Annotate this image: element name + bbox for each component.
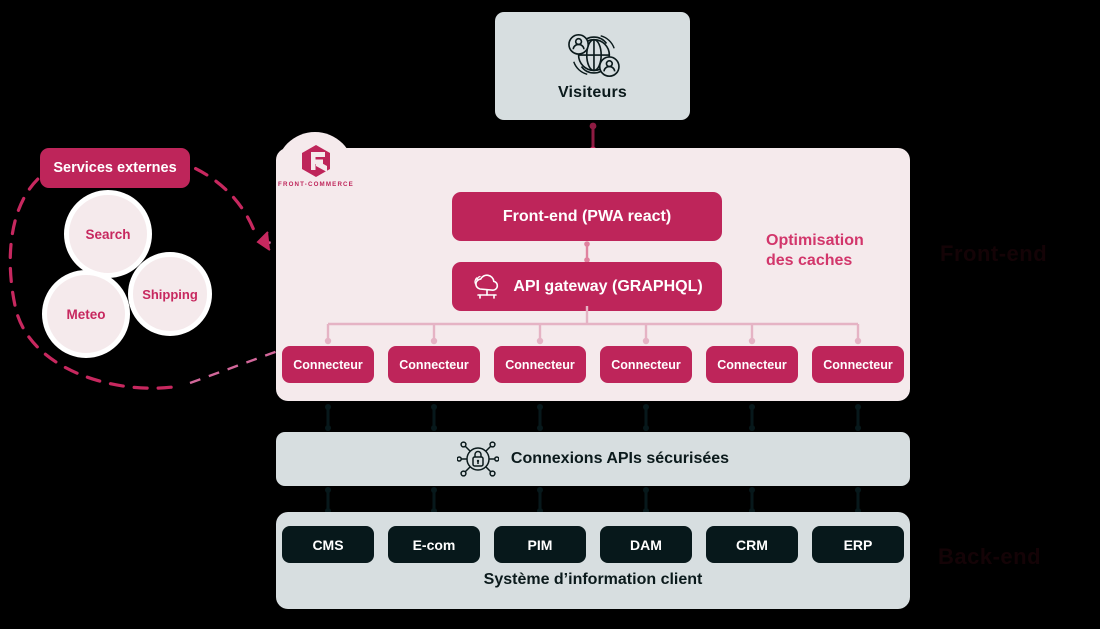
front-commerce-wordmark: FRONT-COMMERCE bbox=[278, 181, 354, 188]
cache-optimisation-label: Optimisation des caches bbox=[766, 231, 906, 271]
connector-box-1: Connecteur bbox=[282, 346, 374, 383]
system-chip-label-ecom: E-com bbox=[412, 536, 456, 553]
connector-to-apis-arrow-1 bbox=[325, 404, 331, 431]
frontend-label: Front-end (PWA react) bbox=[502, 207, 672, 225]
front-commerce-logo-icon bbox=[302, 145, 330, 177]
system-chip-label-dam: DAM bbox=[630, 536, 662, 553]
connector-tree bbox=[324, 306, 862, 345]
api-gateway-box: API gateway (GRAPHQL) bbox=[452, 262, 722, 311]
visitors-label: Visiteurs bbox=[557, 83, 628, 101]
external-service-bubble-shipping: Shipping bbox=[128, 252, 212, 336]
side-label-backend: Back-end bbox=[938, 544, 1042, 569]
connector-label-4: Connecteur bbox=[611, 357, 681, 372]
system-chip-label-erp: ERP bbox=[843, 536, 873, 553]
system-chip-ecom: E-com bbox=[388, 526, 480, 563]
connector-box-5: Connecteur bbox=[706, 346, 798, 383]
cache-line-2: des caches bbox=[766, 252, 853, 269]
connector-label-1: Connecteur bbox=[293, 357, 363, 372]
visitors-box: Visiteurs bbox=[495, 12, 690, 120]
bubble-label-search: Search bbox=[85, 226, 131, 242]
system-chip-erp: ERP bbox=[812, 526, 904, 563]
lock-network-icon bbox=[456, 441, 499, 477]
connector-label-3: Connecteur bbox=[505, 357, 575, 372]
apis-to-system-arrow-2 bbox=[431, 487, 437, 514]
globe-users-icon bbox=[567, 33, 620, 77]
system-chip-crm: CRM bbox=[706, 526, 798, 563]
secure-apis-label: Connexions APIs sécurisées bbox=[510, 450, 730, 467]
bubble-label-shipping: Shipping bbox=[142, 286, 198, 302]
system-chip-pim: PIM bbox=[494, 526, 586, 563]
connector-to-apis-arrow-3 bbox=[537, 404, 543, 431]
secure-apis-bar: Connexions APIs sécurisées bbox=[276, 432, 910, 486]
connector-label-2: Connecteur bbox=[399, 357, 469, 372]
connector-label-5: Connecteur bbox=[717, 357, 787, 372]
connector-box-6: Connecteur bbox=[812, 346, 904, 383]
external-services-badge: Services externes bbox=[40, 148, 190, 188]
connector-box-4: Connecteur bbox=[600, 346, 692, 383]
system-chip-label-pim: PIM bbox=[527, 536, 553, 553]
system-chip-label-crm: CRM bbox=[736, 536, 768, 553]
side-label-frontend: Front-end bbox=[940, 241, 1048, 266]
connector-box-2: Connecteur bbox=[388, 346, 480, 383]
connector-to-apis-arrow-2 bbox=[431, 404, 437, 431]
external-service-bubble-meteo: Meteo bbox=[42, 270, 130, 358]
system-chip-cms: CMS bbox=[282, 526, 374, 563]
front-commerce-logo: FRONT-COMMERCE bbox=[278, 138, 353, 194]
cloud-network-icon bbox=[474, 273, 499, 299]
connector-box-3: Connecteur bbox=[494, 346, 586, 383]
bubble-label-meteo: Meteo bbox=[66, 306, 106, 322]
system-chip-label-cms: CMS bbox=[312, 536, 344, 553]
connector-label-6: Connecteur bbox=[823, 357, 893, 372]
frontend-box: Front-end (PWA react) bbox=[452, 192, 722, 241]
connector-to-apis-arrow-5 bbox=[749, 404, 755, 431]
apis-to-system-arrow-6 bbox=[855, 487, 861, 514]
cache-line-1: Optimisation bbox=[766, 232, 864, 249]
api-gateway-label: API gateway (GRAPHQL) bbox=[513, 277, 703, 295]
client-system-caption: Système d’information client bbox=[483, 571, 703, 588]
apis-to-system-arrow-3 bbox=[537, 487, 543, 514]
frontend-gateway-connector bbox=[584, 241, 590, 263]
apis-to-system-arrow-5 bbox=[749, 487, 755, 514]
connector-to-apis-arrow-4 bbox=[643, 404, 649, 431]
system-chip-dam: DAM bbox=[600, 526, 692, 563]
diagram-canvas: Services externes Search Shipping Meteo … bbox=[0, 0, 1100, 629]
apis-to-system-arrow-4 bbox=[643, 487, 649, 514]
apis-to-system-arrow-1 bbox=[325, 487, 331, 514]
connector-to-apis-arrow-6 bbox=[855, 404, 861, 431]
external-services-badge-label: Services externes bbox=[53, 160, 177, 176]
